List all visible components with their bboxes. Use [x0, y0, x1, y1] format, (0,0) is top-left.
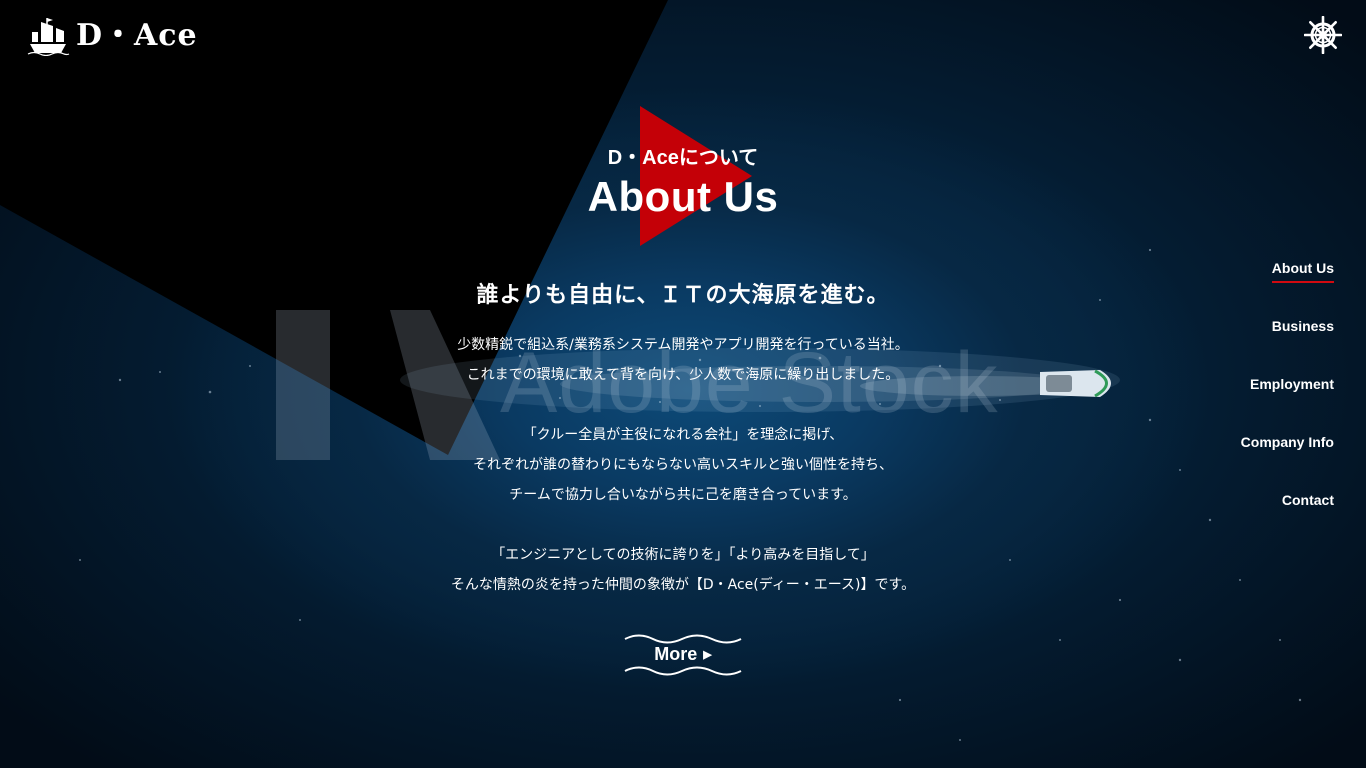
- section-heading: D・Aceについて About Us: [0, 144, 1366, 222]
- nav-item-employment[interactable]: Employment: [1241, 372, 1334, 430]
- paragraph-line: 「エンジニアとしての技術に誇りを」「より高みを目指して」: [491, 547, 875, 563]
- more-label: More: [654, 644, 698, 664]
- paragraph-line: チームで協力し合いながら共に己を磨き合っています。: [509, 487, 857, 503]
- site-logo[interactable]: D・Ace: [26, 16, 198, 56]
- section-title: About Us: [587, 173, 779, 220]
- more-button[interactable]: More ▶: [624, 632, 742, 676]
- paragraph-line: それぞれが誰の替わりにもならない高いスキルと強い個性を持ち、: [473, 457, 893, 473]
- play-triangle-icon: ▶: [703, 649, 712, 661]
- tagline: 誰よりも自由に、ＩＴの大海原を進む。: [476, 283, 890, 308]
- nav-item-label: About Us: [1271, 256, 1334, 283]
- paragraph-line: 少数精鋭で組込系/業務系システム開発やアプリ開発を行っている当社。: [457, 337, 909, 353]
- about-body-text: 少数精鋭で組込系/業務系システム開発やアプリ開発を行っている当社。 これまでの環…: [0, 330, 1366, 600]
- paragraph-line: 「クルー全員が主役になれる会社」を理念に掲げ、: [522, 427, 844, 443]
- nav-item-label: Company Info: [1240, 434, 1334, 450]
- ships-wheel-icon: [1303, 15, 1343, 55]
- menu-button[interactable]: [1303, 15, 1343, 55]
- nav-item-company-info[interactable]: Company Info: [1241, 430, 1334, 488]
- nav-item-label: Contact: [1281, 492, 1334, 508]
- side-navigation: About Us Business Employment Company Inf…: [1241, 256, 1334, 546]
- more-label-wrap: More ▶: [624, 643, 742, 666]
- paragraph-line: これまでの環境に敢えて背を向け、少人数で海原に繰り出しました。: [466, 367, 900, 383]
- page-root: Adobe Stock D・Ace D・Aceについて About Us 誰より…: [0, 0, 1366, 768]
- nav-item-label: Employment: [1249, 376, 1334, 392]
- section-subtitle: D・Aceについて: [607, 147, 759, 169]
- paragraph-line: そんな情熱の炎を持った仲間の象徴が【D・Ace(ディー・エース)】です。: [450, 577, 916, 593]
- nav-item-label: Business: [1271, 318, 1334, 334]
- logo-text: D・Ace: [76, 18, 198, 53]
- ship-icon: [27, 18, 70, 56]
- nav-item-contact[interactable]: Contact: [1241, 488, 1334, 546]
- nav-item-about-us[interactable]: About Us: [1241, 256, 1334, 314]
- nav-item-business[interactable]: Business: [1241, 314, 1334, 372]
